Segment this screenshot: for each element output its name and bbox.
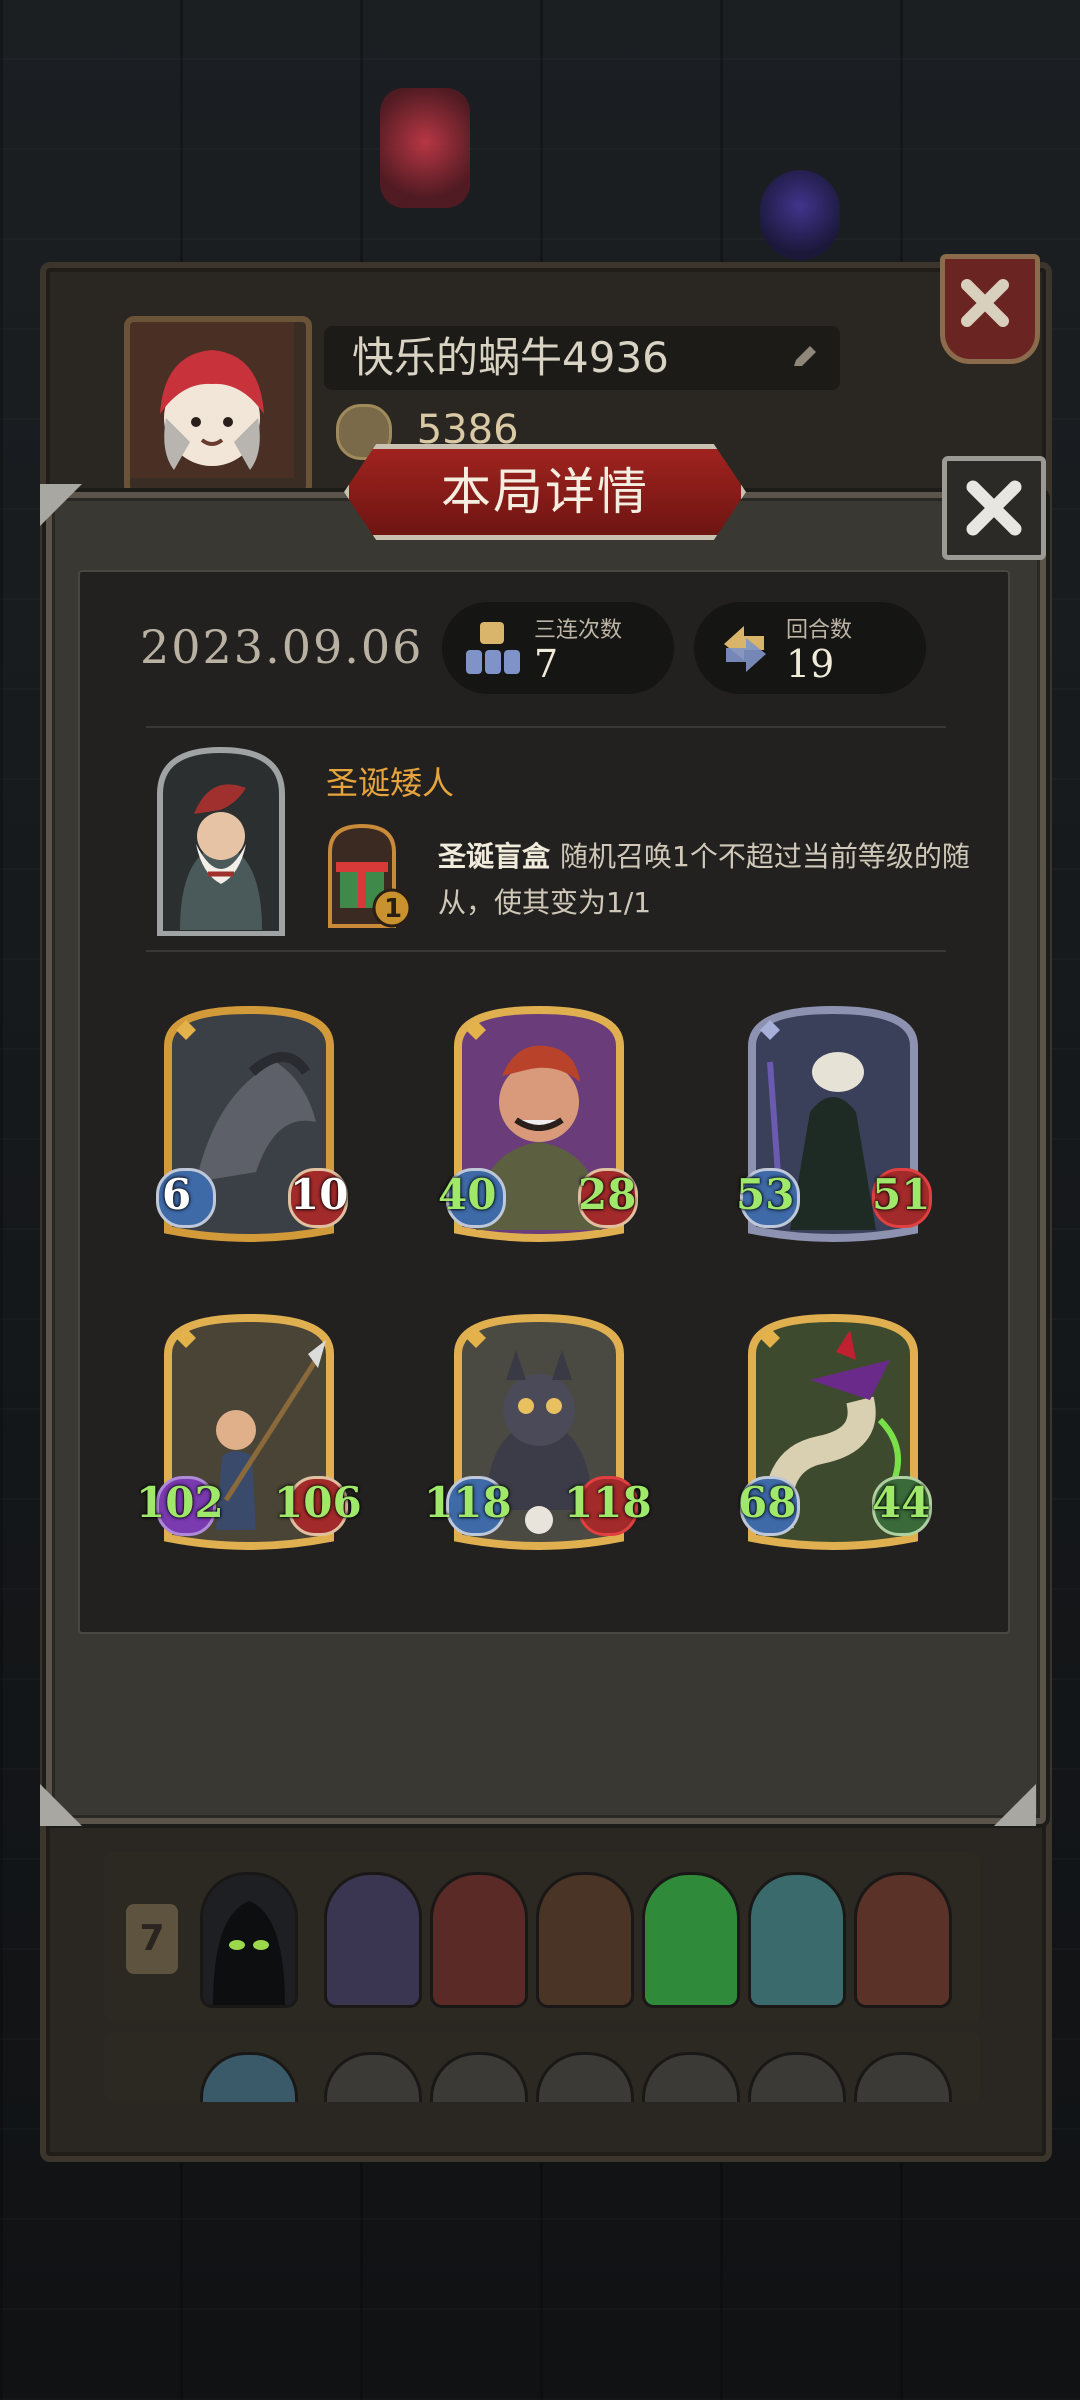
card-attack: 53 <box>736 1170 795 1219</box>
close-icon <box>961 279 1009 327</box>
rounds-stat: 回合数 19 <box>694 602 926 694</box>
avatar-portrait-icon <box>130 322 294 478</box>
unit-thumbnail <box>430 2052 528 2102</box>
triples-value: 7 <box>534 642 559 686</box>
christmas-dwarf-portrait-icon <box>157 746 285 937</box>
card-attack: 68 <box>738 1478 797 1527</box>
minion-card[interactable]: 40 28 <box>438 1002 638 1242</box>
hero-skill-icon[interactable]: 1 <box>326 822 412 930</box>
minion-card[interactable]: 53 51 <box>736 1002 932 1242</box>
unit-thumbnail <box>854 1872 952 2008</box>
unit-thumbnail <box>854 2052 952 2102</box>
unit-thumbnail <box>642 1872 740 2008</box>
unit-thumbnail <box>430 1872 528 2008</box>
hero-name: 圣诞矮人 <box>326 764 455 802</box>
match-date: 2023.09.06 <box>140 620 424 674</box>
hero-thumbnail <box>200 1872 298 2008</box>
triples-stat: 三连次数 7 <box>442 602 674 694</box>
history-row[interactable] <box>104 2032 980 2102</box>
divider <box>146 950 946 952</box>
card-attack: 6 <box>162 1170 192 1219</box>
card-attack: 102 <box>136 1478 224 1527</box>
triple-icon <box>466 622 520 674</box>
profile-close-button[interactable] <box>940 254 1040 364</box>
card-health: 106 <box>274 1478 362 1527</box>
card-health: 28 <box>578 1170 637 1219</box>
minion-card[interactable]: 68 44 <box>738 1310 932 1550</box>
hooded-hero-icon <box>213 1901 285 2005</box>
edit-name-icon[interactable] <box>788 340 822 374</box>
unit-thumbnail <box>200 2052 298 2102</box>
card-attack: 118 <box>424 1478 512 1527</box>
card-health: 44 <box>872 1478 931 1527</box>
red-lantern-decoration <box>380 88 470 208</box>
card-health: 10 <box>290 1170 349 1219</box>
rounds-label: 回合数 <box>786 618 853 643</box>
skill-level: 1 <box>384 894 403 924</box>
history-row[interactable]: 7 <box>104 1852 980 2022</box>
unit-thumbnail <box>536 1872 634 2008</box>
close-icon <box>966 480 1022 536</box>
hero-portrait[interactable] <box>150 744 292 937</box>
hero-skill-description: 圣诞盲盒 随机召唤1个不超过当前等级的随从，使其变为1/1 <box>438 834 978 926</box>
card-health: 51 <box>872 1170 931 1219</box>
card-health: 118 <box>564 1478 652 1527</box>
unit-thumbnail <box>324 1872 422 2008</box>
player-name: 快乐的蜗牛4936 <box>324 326 840 390</box>
skill-name: 圣诞盲盒 <box>438 840 551 873</box>
unit-thumbnail <box>536 2052 634 2102</box>
dialog-close-button[interactable] <box>942 456 1046 560</box>
blue-lantern-decoration <box>760 170 840 260</box>
unit-thumbnail <box>748 2052 846 2102</box>
minion-card[interactable]: 118 118 <box>424 1310 652 1550</box>
player-name-text: 快乐的蜗牛4936 <box>352 333 669 382</box>
player-avatar[interactable] <box>124 316 312 496</box>
minion-card[interactable]: 102 106 <box>136 1310 362 1550</box>
minion-card[interactable]: 6 10 <box>156 1002 348 1242</box>
unit-thumbnail <box>748 1872 846 2008</box>
rounds-cycle-icon <box>724 626 766 672</box>
round-badge: 7 <box>126 1904 178 1974</box>
rounds-value: 19 <box>786 642 835 686</box>
dialog-title: 本局详情 <box>344 444 746 540</box>
card-attack: 40 <box>438 1170 497 1219</box>
triples-label: 三连次数 <box>534 618 623 643</box>
unit-thumbnail <box>324 2052 422 2102</box>
unit-thumbnail <box>642 2052 740 2102</box>
divider <box>146 726 946 728</box>
